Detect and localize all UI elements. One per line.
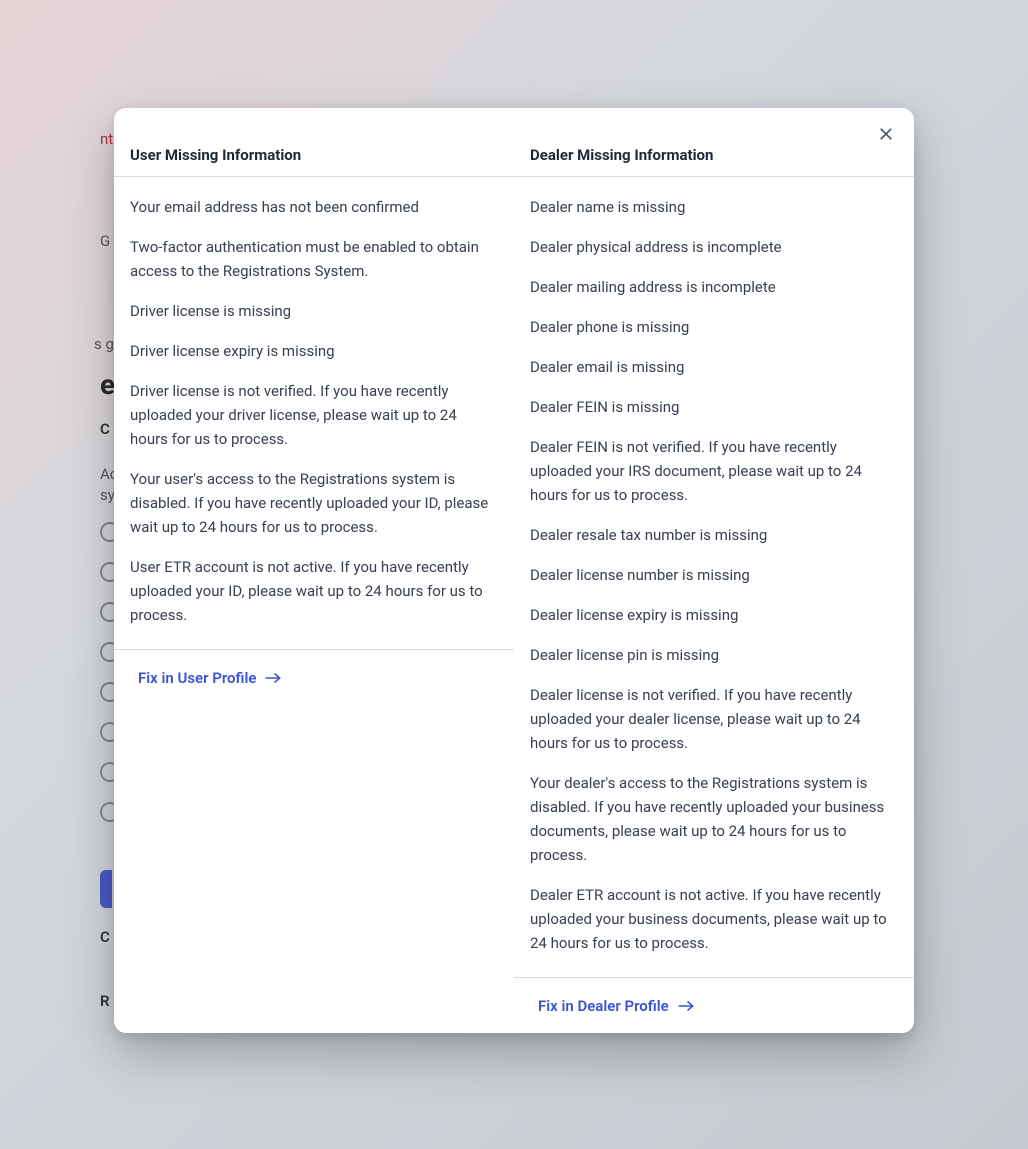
- user-column-footer: Fix in User Profile: [114, 649, 514, 705]
- list-item: Dealer FEIN is not verified. If you have…: [530, 435, 898, 507]
- fix-user-profile-link[interactable]: Fix in User Profile: [138, 669, 282, 687]
- list-item: Dealer license pin is missing: [530, 643, 898, 667]
- arrow-right-icon: [677, 999, 695, 1013]
- list-item: Dealer resale tax number is missing: [530, 523, 898, 547]
- list-item: Your dealer's access to the Registration…: [530, 771, 898, 867]
- list-item: Dealer ETR account is not active. If you…: [530, 883, 898, 955]
- list-item: Driver license expiry is missing: [130, 339, 498, 363]
- close-button[interactable]: [874, 122, 898, 146]
- list-item: Driver license is missing: [130, 299, 498, 323]
- list-item: User ETR account is not active. If you h…: [130, 555, 498, 627]
- list-item: Driver license is not verified. If you h…: [130, 379, 498, 451]
- missing-info-modal: User Missing Information Your email addr…: [114, 108, 914, 1033]
- dealer-column-header: Dealer Missing Information: [514, 108, 914, 177]
- fix-dealer-profile-label: Fix in Dealer Profile: [538, 997, 669, 1015]
- dealer-column: Dealer Missing Information Dealer name i…: [514, 108, 914, 1033]
- list-item: Dealer name is missing: [530, 195, 898, 219]
- modal-overlay: User Missing Information Your email addr…: [0, 0, 1028, 1149]
- user-column-header: User Missing Information: [114, 108, 514, 177]
- list-item: Dealer phone is missing: [530, 315, 898, 339]
- list-item: Dealer license expiry is missing: [530, 603, 898, 627]
- close-icon: [877, 125, 895, 143]
- list-item: Your email address has not been confirme…: [130, 195, 498, 219]
- arrow-right-icon: [264, 671, 282, 685]
- list-item: Dealer mailing address is incomplete: [530, 275, 898, 299]
- fix-dealer-profile-link[interactable]: Fix in Dealer Profile: [538, 997, 695, 1015]
- list-item: Two-factor authentication must be enable…: [130, 235, 498, 283]
- fix-user-profile-label: Fix in User Profile: [138, 669, 256, 687]
- user-column: User Missing Information Your email addr…: [114, 108, 514, 1033]
- list-item: Dealer FEIN is missing: [530, 395, 898, 419]
- dealer-column-footer: Fix in Dealer Profile: [514, 977, 914, 1033]
- list-item: Dealer license number is missing: [530, 563, 898, 587]
- list-item: Dealer license is not verified. If you h…: [530, 683, 898, 755]
- dealer-items-list: Dealer name is missing Dealer physical ad…: [514, 177, 914, 977]
- list-item: Dealer email is missing: [530, 355, 898, 379]
- user-items-list: Your email address has not been confirme…: [114, 177, 514, 649]
- list-item: Dealer physical address is incomplete: [530, 235, 898, 259]
- list-item: Your user's access to the Registrations …: [130, 467, 498, 539]
- modal-body: User Missing Information Your email addr…: [114, 108, 914, 1033]
